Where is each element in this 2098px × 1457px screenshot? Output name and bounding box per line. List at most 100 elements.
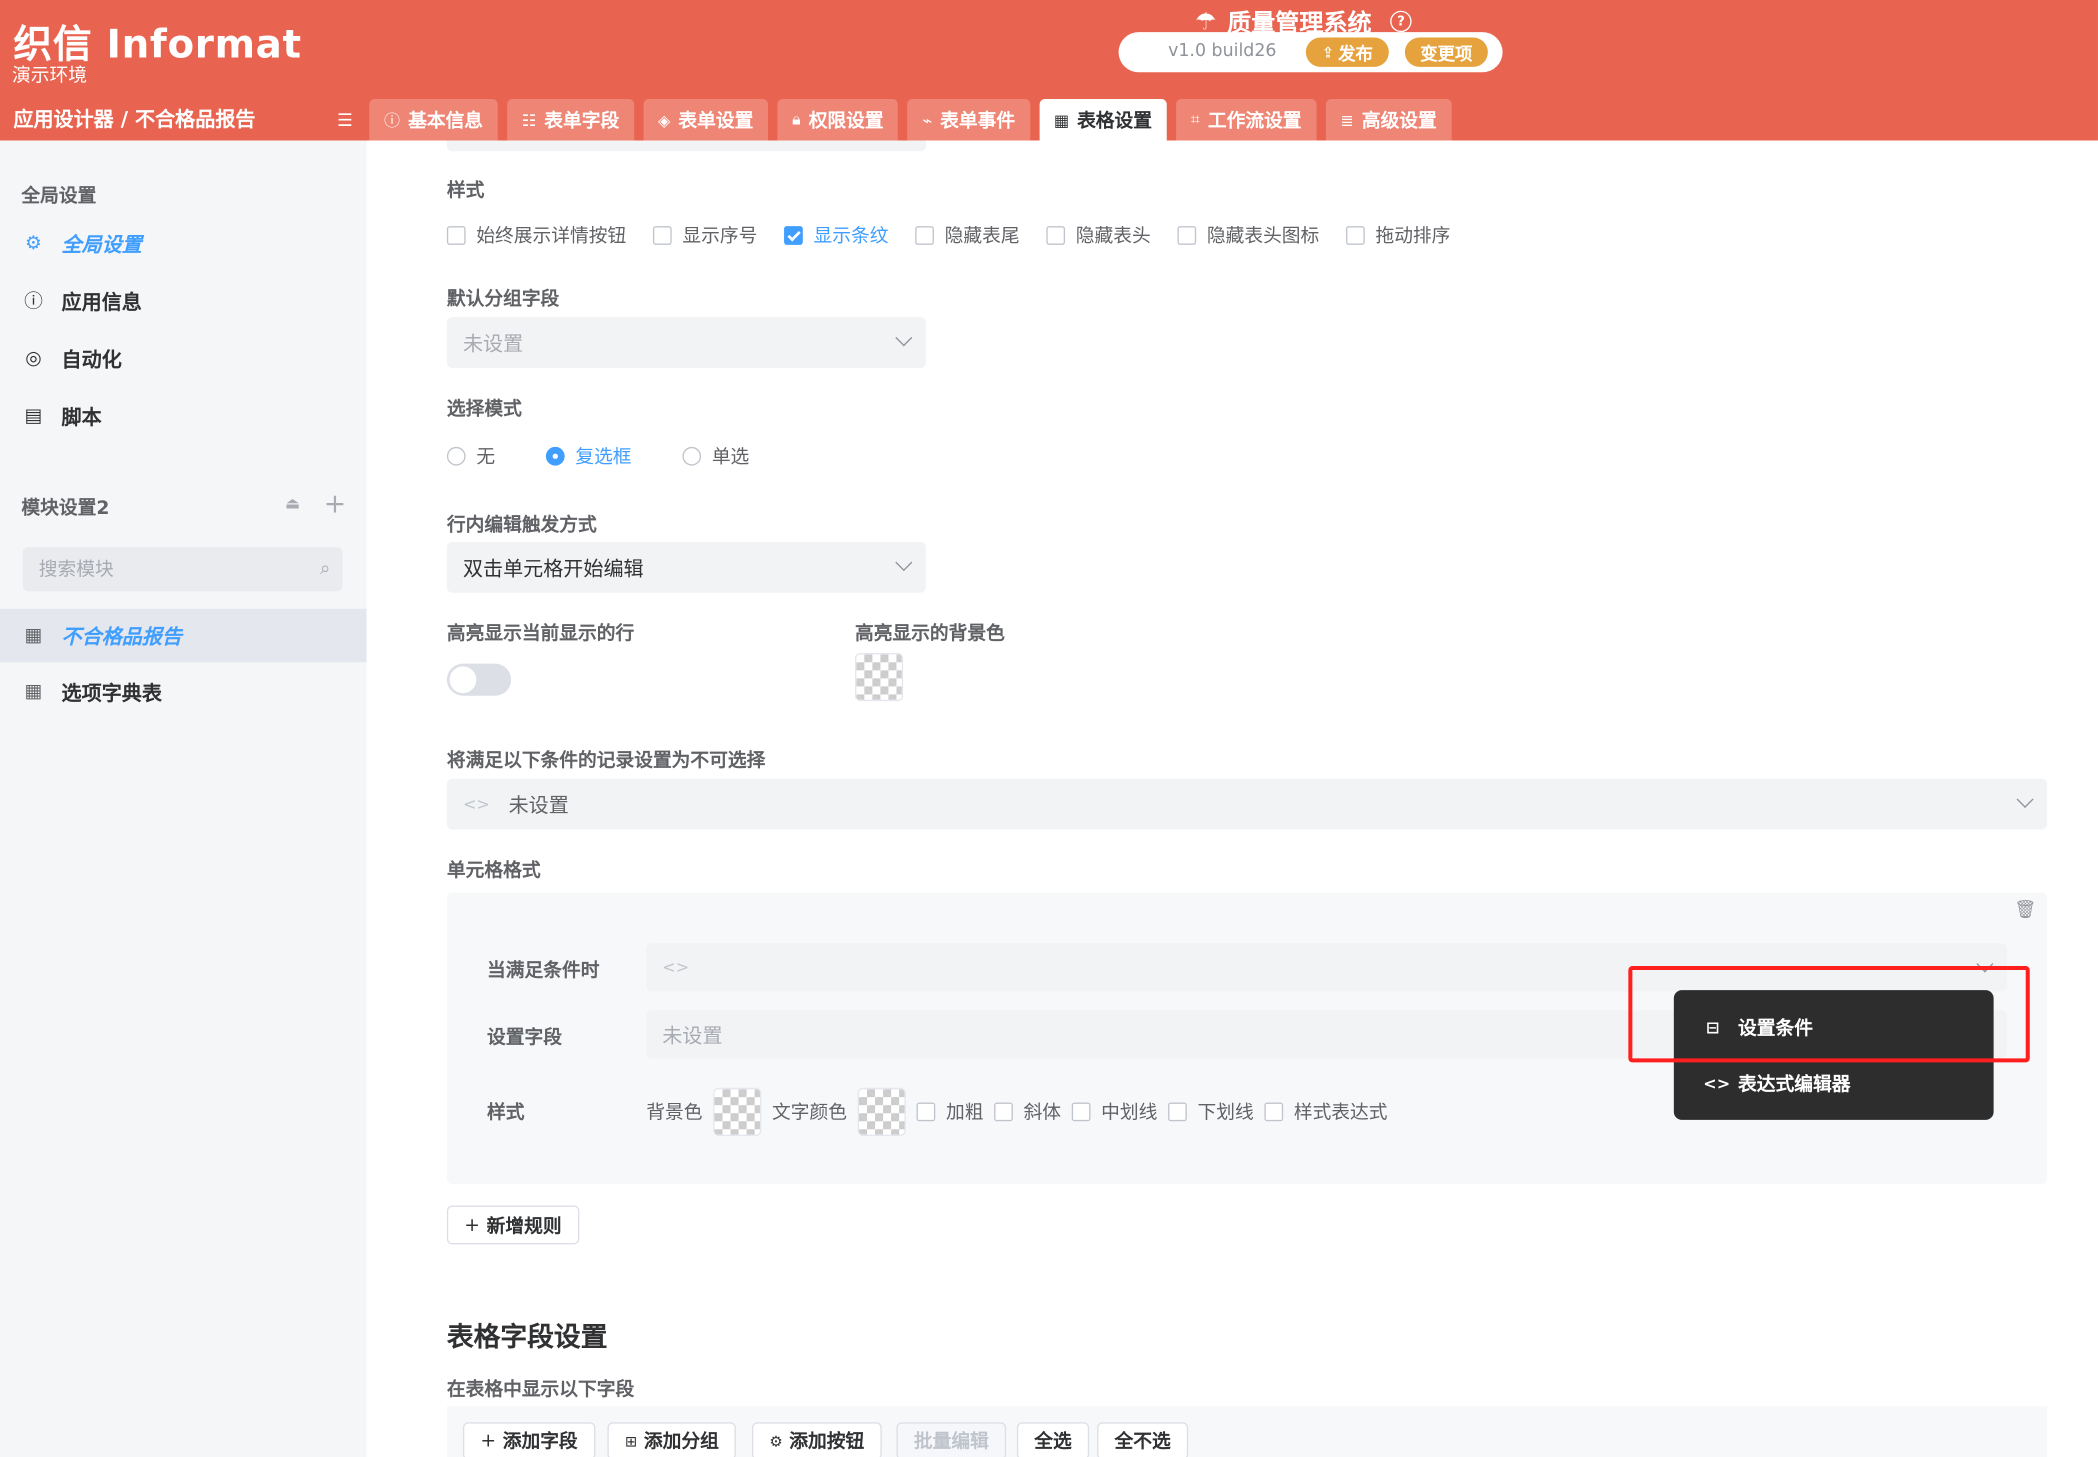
option-style-expression[interactable]: 样式表达式	[1264, 1098, 1388, 1125]
add-button-button[interactable]: ⚙ 添加按钮	[751, 1422, 882, 1457]
add-group-button[interactable]: ⊞ 添加分组	[607, 1422, 737, 1457]
select-none-button[interactable]: 全不选	[1097, 1422, 1189, 1457]
option-hide-header-icon[interactable]: 隐藏表头图标	[1177, 222, 1319, 249]
highlight-bg-color-picker[interactable]	[854, 652, 904, 702]
tab-label: 表单字段	[544, 110, 620, 132]
main-content: 样式 始终展示详情按钮 显示序号 显示条纹 隐藏表尾 隐藏表头 隐藏表头图标 拖…	[367, 140, 2098, 1457]
tab-label: 工作流设置	[1207, 110, 1302, 132]
option-label: 显示序号	[682, 226, 758, 248]
version-pill: v1.0 build26 ⇪ 发布 变更项	[1118, 32, 1503, 73]
tab-form-fields[interactable]: ☷ 表单字段	[507, 99, 634, 141]
button-label: 批量编辑	[913, 1431, 989, 1454]
publish-button[interactable]: ⇪ 发布	[1305, 37, 1389, 67]
tab-table-settings[interactable]: ▦ 表格设置	[1039, 99, 1167, 141]
sidebar-module-nonconformance[interactable]: ▦ 不合格品报告	[0, 608, 367, 663]
plus-icon: +	[480, 1430, 497, 1452]
add-module-icon[interactable]: +	[324, 487, 346, 519]
event-icon: ⌁	[922, 110, 933, 130]
tab-label: 基本信息	[408, 110, 484, 132]
option-label: 样式表达式	[1293, 1102, 1388, 1124]
checkbox[interactable]	[994, 1102, 1013, 1122]
sidebar-item-app-info[interactable]: ⓘ 应用信息	[0, 274, 367, 328]
checkbox[interactable]	[1264, 1102, 1284, 1122]
button-label: 添加分组	[643, 1431, 719, 1454]
inline-edit-select[interactable]: 双击单元格开始编辑	[446, 541, 926, 593]
help-icon[interactable]: ?	[1390, 10, 1412, 33]
text-color-picker[interactable]	[857, 1087, 906, 1136]
radio[interactable]	[446, 446, 466, 466]
layers-icon: ◈	[658, 110, 671, 130]
option-show-index[interactable]: 显示序号	[652, 222, 758, 249]
code-icon: <>	[1703, 1074, 1731, 1094]
changes-button[interactable]: 变更项	[1404, 37, 1488, 67]
checkbox[interactable]	[915, 226, 934, 245]
option-bold[interactable]: 加粗	[916, 1098, 984, 1125]
code-icon: <>	[462, 794, 490, 814]
info-icon: ⓘ	[24, 291, 43, 314]
tab-permissions[interactable]: 🔒︎ 权限设置	[777, 99, 899, 141]
checkbox[interactable]	[1168, 1102, 1187, 1122]
checkbox[interactable]	[1346, 226, 1365, 245]
option-hide-header[interactable]: 隐藏表头	[1046, 222, 1151, 249]
checkbox[interactable]	[652, 226, 672, 245]
app-root: 织信 Informat 演示环境 ☂ 质量管理系统 ? v1.0 build26…	[0, 0, 2098, 1457]
form-icon: ☷	[521, 110, 537, 130]
checkbox[interactable]	[1046, 226, 1066, 245]
sidebar-item-global-settings[interactable]: ⚙ 全局设置	[0, 217, 367, 271]
checkbox[interactable]	[1071, 1102, 1091, 1122]
tab-basic-info[interactable]: ⓘ 基本信息	[369, 99, 498, 141]
select-mode-single[interactable]: 单选	[682, 443, 749, 470]
radio[interactable]	[682, 446, 702, 466]
trash-icon[interactable]: 🗑︎	[2014, 900, 2036, 920]
option-strikethrough[interactable]: 中划线	[1071, 1098, 1157, 1125]
red-highlight-box	[1628, 966, 2030, 1063]
tab-form-settings[interactable]: ◈ 表单设置	[643, 99, 769, 141]
highlight-row-switch[interactable]	[446, 663, 512, 696]
select-mode-none[interactable]: 无	[446, 443, 496, 470]
option-drag-sort[interactable]: 拖动排序	[1346, 222, 1450, 249]
add-rule-button[interactable]: + 新增规则	[446, 1205, 579, 1245]
highlight-bg-label: 高亮显示的背景色	[854, 623, 1005, 645]
chevron-down-icon	[895, 329, 913, 347]
select-all-button[interactable]: 全选	[1016, 1422, 1090, 1457]
checkbox[interactable]	[446, 226, 466, 245]
radio-selected[interactable]	[545, 446, 565, 466]
add-field-button[interactable]: + 添加字段	[462, 1422, 596, 1457]
collapse-sidebar-icon[interactable]: ☰	[337, 111, 353, 131]
unselectable-placeholder: 未设置	[508, 792, 569, 817]
button-icon: ⚙	[769, 1432, 783, 1450]
bg-color-picker[interactable]	[713, 1087, 762, 1136]
table-fields-title: 表格字段设置	[446, 1320, 608, 1353]
tab-label: 权限设置	[808, 110, 884, 132]
checkbox[interactable]	[916, 1102, 936, 1122]
option-hide-footer[interactable]: 隐藏表尾	[915, 222, 1020, 249]
option-show-stripe[interactable]: 显示条纹	[784, 222, 888, 249]
tab-workflow-settings[interactable]: ⌗ 工作流设置	[1176, 99, 1317, 141]
module-search-input[interactable]	[22, 547, 310, 592]
collapse-all-icon[interactable]: ⏏	[285, 494, 300, 513]
cell-style-label: 样式	[487, 1102, 525, 1124]
sidebar-module-option-dictionary[interactable]: ▦ 选项字典表	[0, 665, 367, 719]
button-label: 全选	[1034, 1431, 1072, 1454]
checkbox[interactable]	[1177, 226, 1197, 245]
button-label: 添加按钮	[789, 1431, 865, 1454]
option-underline[interactable]: 下划线	[1168, 1098, 1254, 1125]
option-label: 无	[476, 446, 496, 469]
tab-advanced-settings[interactable]: ≣ 高级设置	[1325, 99, 1452, 141]
sidebar-item-automation[interactable]: ◎ 自动化	[0, 332, 367, 386]
select-mode-checkbox[interactable]: 复选框	[545, 443, 632, 470]
tab-form-events[interactable]: ⌁ 表单事件	[907, 99, 1030, 141]
batch-edit-button[interactable]: 批量编辑	[896, 1422, 1007, 1457]
option-always-show-detail[interactable]: 始终展示详情按钮	[446, 222, 626, 249]
option-label: 加粗	[945, 1102, 984, 1124]
menu-item-expression-editor[interactable]: <> 表达式编辑器	[1703, 1070, 1850, 1097]
sidebar-item-script[interactable]: ▤ 脚本	[0, 389, 367, 443]
sidebar-item-label: 全局设置	[61, 232, 142, 257]
group-field-select[interactable]: 未设置	[446, 317, 926, 368]
script-icon: ▤	[24, 405, 43, 427]
unselectable-condition-select[interactable]: <> 未设置	[446, 778, 2048, 830]
search-icon[interactable]: ⌕	[320, 558, 330, 579]
checkbox-checked[interactable]	[784, 226, 803, 245]
select-mode-options: 无 复选框 单选	[446, 443, 776, 470]
option-italic[interactable]: 斜体	[994, 1098, 1061, 1125]
